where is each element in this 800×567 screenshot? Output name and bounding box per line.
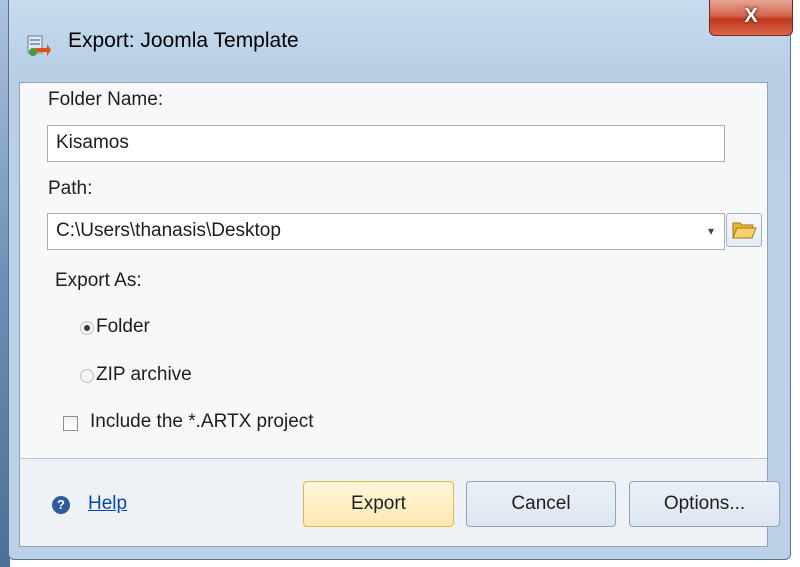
options-button[interactable]: Options... bbox=[629, 481, 780, 527]
path-combobox[interactable]: C:\Users\thanasis\Desktop ▾ bbox=[47, 213, 725, 250]
export-template-icon bbox=[27, 35, 51, 56]
question-icon[interactable]: ? bbox=[52, 496, 70, 514]
folder-radio-label[interactable]: Folder bbox=[96, 316, 150, 338]
path-value: C:\Users\thanasis\Desktop bbox=[56, 220, 281, 241]
window-title: Export: Joomla Template bbox=[68, 29, 299, 52]
path-label: Path: bbox=[48, 178, 93, 199]
title-bar[interactable]: Export: Joomla Template X bbox=[9, 0, 793, 82]
include-project-label[interactable]: Include the *.ARTX project bbox=[90, 411, 314, 433]
folder-open-icon bbox=[732, 222, 757, 239]
folder-radio[interactable] bbox=[80, 321, 94, 335]
folder-name-label: Folder Name: bbox=[48, 89, 164, 110]
browse-folder-button[interactable] bbox=[726, 213, 762, 247]
include-project-checkbox[interactable] bbox=[63, 416, 78, 431]
chevron-down-icon[interactable]: ▾ bbox=[704, 224, 718, 240]
help-link[interactable]: Help bbox=[88, 493, 127, 515]
zip-archive-radio[interactable] bbox=[80, 369, 94, 383]
export-button[interactable]: Export bbox=[303, 481, 454, 527]
folder-name-input[interactable]: Kisamos bbox=[47, 125, 725, 162]
cancel-button[interactable]: Cancel bbox=[466, 481, 616, 527]
export-as-label: Export As: bbox=[55, 270, 142, 291]
close-button[interactable]: X bbox=[709, 0, 793, 36]
zip-archive-radio-label[interactable]: ZIP archive bbox=[96, 364, 192, 386]
